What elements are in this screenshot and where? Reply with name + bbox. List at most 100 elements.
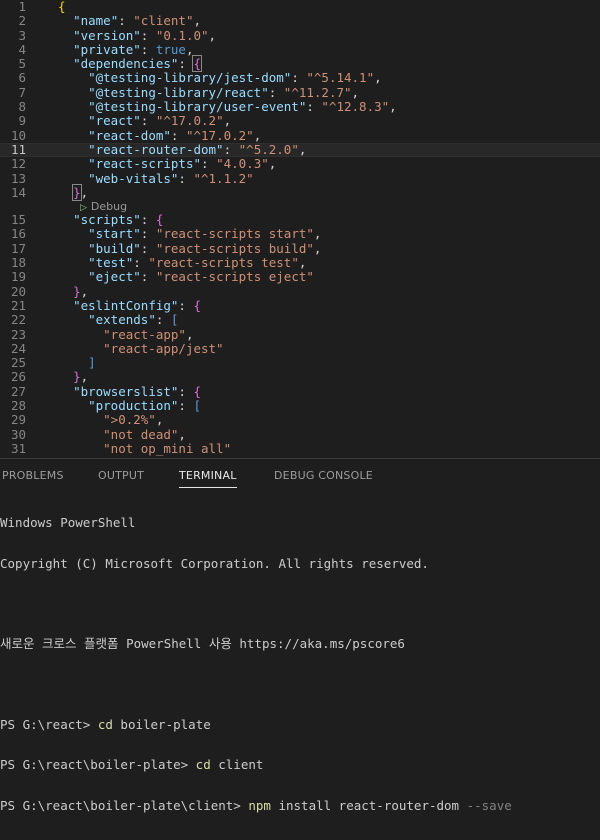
code-line: 1{ — [0, 0, 600, 14]
code-token: "react-scripts build" — [155, 240, 314, 256]
code-token: : — [223, 141, 239, 157]
code-token: true — [155, 41, 186, 57]
line-number: 5 — [18, 56, 26, 72]
code-token: "@testing-library/user-event" — [88, 99, 307, 115]
code-line: 9 "react": "^17.0.2", — [0, 113, 600, 129]
code-token: "^11.2.7" — [283, 84, 352, 100]
tab-output[interactable]: OUTPUT — [98, 469, 144, 482]
code-line: 11 "react-router-dom": "^5.2.0", — [0, 141, 600, 158]
code-token: : — [140, 212, 156, 228]
code-editor[interactable]: 1{2 "name": "client", 3 "version": "0.1.0… — [0, 0, 600, 458]
code-line: 29 ">0.2%", — [0, 413, 600, 428]
code-token: { — [193, 297, 202, 313]
code-token: "react-scripts start" — [155, 226, 314, 242]
terminal-command-line: PS G:\react> cd boiler-plate — [0, 716, 600, 732]
code-token: "react" — [88, 113, 141, 129]
code-token: "not dead" — [103, 426, 179, 442]
code-line: 3 "version": "0.1.0", — [0, 27, 600, 43]
code-token: , — [374, 70, 382, 86]
code-content: "browserslist": { — [58, 383, 202, 399]
terminal-line: 새로운 크로스 플랫폼 PowerShell 사용 https://aka.ms… — [0, 636, 405, 651]
code-token: "extends" — [88, 312, 156, 328]
code-token: "@testing-library/react" — [88, 84, 269, 100]
code-token: , — [185, 41, 194, 57]
code-token: "react-scripts test" — [148, 255, 299, 271]
code-content: "react-dom": "^17.0.2", — [58, 127, 262, 143]
code-content: "react-app", — [58, 327, 193, 342]
code-token: "eject" — [88, 269, 141, 285]
code-line: 31 "not op_mini all" — [0, 441, 600, 456]
code-token: { — [193, 383, 202, 399]
line-number: 12 — [10, 156, 26, 172]
code-token: : — [291, 70, 307, 86]
line-number: 16 — [10, 226, 26, 242]
terminal-command: npm — [248, 797, 271, 813]
line-number: 17 — [10, 240, 26, 256]
line-number: 14 — [10, 184, 26, 200]
code-token: [ — [193, 398, 202, 414]
code-content: "eslintConfig": { — [58, 297, 202, 313]
line-number: 28 — [10, 398, 26, 414]
code-token: "^17.0.2" — [155, 113, 224, 129]
code-token: : — [201, 156, 217, 172]
code-token: "react-dom" — [88, 127, 171, 143]
code-content: "@testing-library/jest-dom": "^5.14.1", — [58, 71, 382, 85]
code-token: : — [170, 127, 186, 143]
terminal-argument: install react-router-dom — [270, 797, 467, 813]
tab-terminal[interactable]: TERMINAL — [179, 469, 237, 488]
code-token: , — [313, 240, 322, 256]
code-token: "^5.2.0" — [238, 141, 299, 157]
terminal-prompt: PS G:\react> — [0, 716, 98, 732]
line-number: 3 — [18, 27, 26, 43]
code-content: "scripts": { — [58, 213, 163, 227]
code-line: 20 }, — [0, 284, 600, 299]
code-content: }, — [58, 183, 88, 201]
code-token: : — [140, 113, 156, 129]
code-token: "dependencies" — [73, 56, 179, 72]
code-content: "production": [ — [58, 398, 202, 414]
terminal-argument: boiler-plate — [112, 716, 211, 732]
tab-debug-console[interactable]: DEBUG CONSOLE — [274, 469, 373, 482]
code-token: : — [140, 269, 156, 285]
code-token: : — [306, 99, 322, 115]
code-token: : — [178, 56, 194, 72]
code-token: : — [140, 226, 156, 242]
code-content: }, — [58, 370, 88, 384]
code-token: "^12.8.3" — [321, 99, 390, 115]
code-line: 19 "eject": "react-scripts eject" — [0, 269, 600, 285]
code-content: "test": "react-scripts test", — [58, 255, 307, 271]
code-token: "start" — [88, 226, 141, 242]
terminal-prompt: PS G:\react\boiler-plate\client> — [0, 797, 249, 813]
line-number: 6 — [18, 70, 26, 86]
bottom-panel: PROBLEMS OUTPUT TERMINAL DEBUG CONSOLE W… — [0, 458, 600, 812]
line-number: 25 — [10, 355, 26, 371]
code-token: , — [268, 156, 277, 172]
code-token: [ — [170, 312, 179, 328]
code-token: , — [298, 255, 307, 271]
code-token: "name" — [73, 13, 119, 29]
code-token: , — [253, 127, 262, 143]
terminal-output[interactable]: Windows PowerShell Copyright (C) Microso… — [0, 489, 600, 839]
code-token: , — [208, 27, 217, 43]
code-token: , — [298, 141, 307, 157]
code-content: ">0.2%", — [58, 413, 163, 427]
tab-problems[interactable]: PROBLEMS — [2, 469, 64, 482]
line-number: 11 — [10, 141, 26, 157]
code-token: : — [178, 297, 194, 313]
code-token: "react-app/jest" — [103, 340, 224, 356]
code-token: , — [351, 84, 360, 100]
code-token: "^17.0.2" — [185, 127, 254, 143]
